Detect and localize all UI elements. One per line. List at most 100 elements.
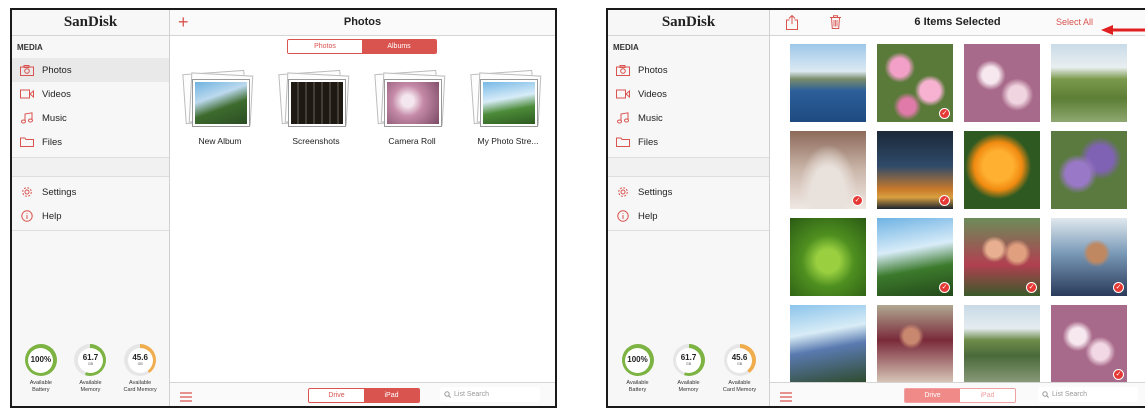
arrow-annotation [1101, 22, 1145, 40]
sidebar-divider [608, 230, 769, 231]
sidebar: SanDisk MEDIA Photos Videos Music Files [12, 10, 170, 406]
gauge-ring: 45.6 GB [723, 344, 756, 376]
info-icon [18, 209, 36, 223]
gauge-unit: GB [137, 362, 143, 366]
sidebar-item-label: Help [42, 210, 62, 222]
album-thumbnail [278, 69, 352, 130]
gauge-unit: GB [736, 362, 743, 366]
sidebar-item-videos[interactable]: Videos [608, 82, 769, 106]
gauge-label: Available Card Memory [722, 380, 757, 393]
photo-thumbnail[interactable] [790, 305, 866, 383]
sidebar-item-label: Help [638, 210, 658, 222]
album-camera-roll[interactable]: Camera Roll [374, 69, 450, 146]
select-all-button[interactable]: Select All [1056, 10, 1093, 35]
gauge-unit: GB [685, 362, 692, 366]
top-bar: 6 Items Selected Select All [770, 10, 1145, 36]
photo-thumbnail[interactable] [877, 305, 953, 383]
sidebar-section-label: MEDIA [613, 43, 639, 52]
album-name: Camera Roll [388, 136, 436, 146]
album-my-photo-stream[interactable]: My Photo Stre... [470, 69, 546, 146]
menu-icon[interactable] [180, 389, 192, 406]
gauge-ring: 100% [621, 344, 654, 376]
sidebar-item-photos[interactable]: Photos [608, 58, 769, 82]
main-panel: 6 Items Selected Select All ✓ ✓ ✓ ✓ ✓ ✓ … [770, 10, 1145, 406]
selected-check-icon: ✓ [852, 195, 863, 206]
list-search-input[interactable]: List Search [440, 387, 540, 402]
photo-thumbnail[interactable]: ✓ [877, 131, 953, 209]
bottom-bar: Drive iPad List Search [170, 382, 555, 406]
photo-thumbnail[interactable] [1051, 131, 1127, 209]
menu-icon[interactable] [780, 389, 792, 406]
gauge-value: 100% [30, 355, 52, 364]
sidebar-item-label: Videos [42, 88, 71, 100]
album-new-album[interactable]: New Album [182, 69, 258, 146]
gauge-label: Available Battery [626, 380, 649, 393]
tab-albums[interactable]: Albums [362, 40, 436, 53]
sidebar-item-label: Settings [638, 186, 673, 198]
tab-ipad[interactable]: iPad [960, 389, 1015, 402]
gauge-value: 61.7 [680, 353, 697, 362]
photo-thumbnail[interactable] [964, 44, 1040, 122]
sidebar-item-help[interactable]: Help [608, 204, 769, 228]
sidebar-item-settings[interactable]: Settings [608, 180, 769, 204]
tab-photos[interactable]: Photos [288, 40, 362, 53]
sidebar-item-music[interactable]: Music [608, 106, 769, 130]
sidebar-divider [608, 157, 769, 177]
sidebar-item-help[interactable]: Help [12, 204, 169, 228]
sidebar-section-label: MEDIA [17, 43, 43, 52]
sidebar-item-label: Photos [42, 64, 72, 76]
sidebar-item-label: Photos [638, 64, 668, 76]
brand-logo: SanDisk [608, 10, 769, 36]
photo-thumbnail[interactable] [1051, 44, 1127, 122]
selected-check-icon: ✓ [1113, 282, 1124, 293]
sidebar-item-videos[interactable]: Videos [12, 82, 169, 106]
sidebar-item-label: Files [42, 136, 63, 148]
camera-icon [614, 63, 632, 77]
folder-icon [18, 135, 36, 149]
photo-thumbnail[interactable] [790, 218, 866, 296]
sidebar-item-photos[interactable]: Photos [12, 58, 169, 82]
memory-gauge: 61.7 GB Available Memory [665, 344, 713, 406]
sidebar-item-settings[interactable]: Settings [12, 180, 169, 204]
battery-gauge: 100% Available Battery [614, 344, 662, 406]
photo-thumbnail[interactable] [964, 305, 1040, 383]
selected-check-icon: ✓ [939, 195, 950, 206]
sidebar-item-label: Settings [42, 186, 77, 198]
photo-thumbnail[interactable]: ✓ [877, 218, 953, 296]
card-memory-gauge: 45.6 GB Available Card Memory [116, 344, 164, 406]
search-placeholder: List Search [1052, 391, 1088, 398]
sidebar-item-music[interactable]: Music [12, 106, 169, 130]
tab-ipad[interactable]: iPad [364, 389, 419, 402]
search-icon [1042, 391, 1049, 398]
gauge-value: 45.6 [731, 353, 748, 362]
album-name: New Album [198, 136, 242, 146]
album-list: New Album Screenshots Camera Roll My Pho… [178, 69, 555, 146]
left-screen: SanDisk MEDIA Photos Videos Music Files [10, 8, 557, 408]
sidebar-item-label: Music [42, 112, 67, 124]
drive-ipad-toggle: Drive iPad [308, 388, 420, 403]
photo-thumbnail[interactable] [964, 131, 1040, 209]
top-bar: + Photos [170, 10, 555, 36]
sidebar-item-files[interactable]: Files [608, 130, 769, 154]
photo-thumbnail[interactable]: ✓ [1051, 218, 1127, 296]
sidebar-item-label: Files [638, 136, 659, 148]
memory-gauge: 61.7 GB Available Memory [66, 344, 114, 406]
list-search-input[interactable]: List Search [1038, 387, 1138, 402]
storage-gauges: 100% Available Battery 61.7 GB Available Me… [12, 344, 169, 406]
sidebar-item-files[interactable]: Files [12, 130, 169, 154]
photo-grid: ✓ ✓ ✓ ✓ ✓ ✓ ✓ [790, 44, 1127, 383]
sidebar-item-label: Videos [638, 88, 667, 100]
gear-icon [18, 185, 36, 199]
tab-drive[interactable]: Drive [905, 389, 960, 402]
gauge-ring: 45.6 GB [124, 344, 157, 376]
photo-thumbnail[interactable]: ✓ [877, 44, 953, 122]
photo-thumbnail[interactable]: ✓ [790, 131, 866, 209]
info-icon [614, 209, 632, 223]
photo-thumbnail[interactable]: ✓ [1051, 305, 1127, 383]
album-screenshots[interactable]: Screenshots [278, 69, 354, 146]
photo-thumbnail[interactable] [790, 44, 866, 122]
gauge-value: 100% [627, 355, 648, 364]
gauge-label: Available Memory [79, 380, 102, 393]
tab-drive[interactable]: Drive [309, 389, 364, 402]
photo-thumbnail[interactable]: ✓ [964, 218, 1040, 296]
